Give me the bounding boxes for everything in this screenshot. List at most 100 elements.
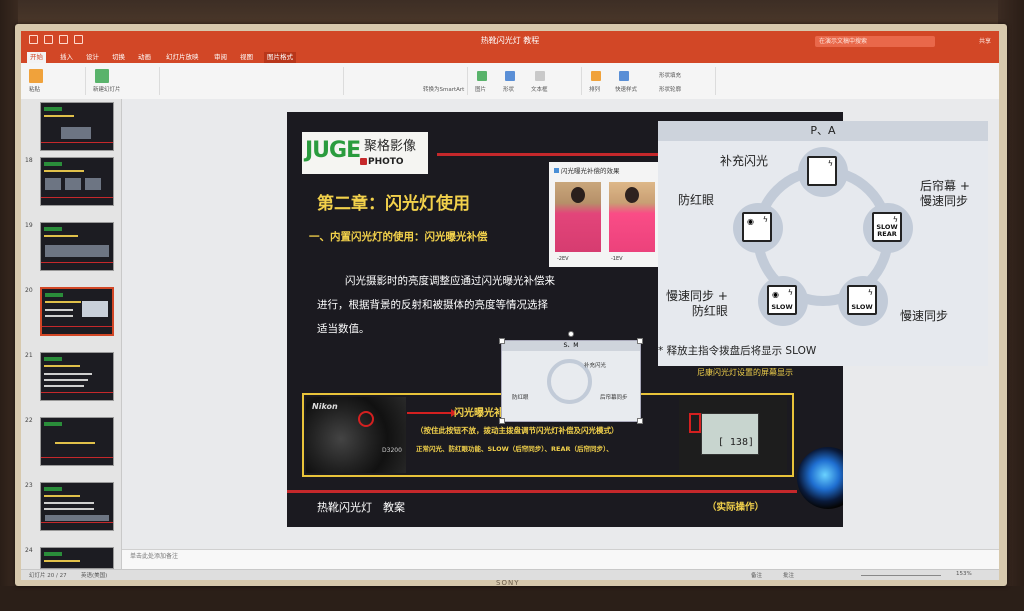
mode-fill-flash: ϟ — [798, 147, 848, 197]
panel-note: * 释放主指令拨盘后将显示 SLOW — [658, 345, 817, 357]
tab-slideshow[interactable]: 幻灯片放映 — [163, 52, 202, 63]
photo-minus-2ev — [555, 182, 601, 252]
flash-icon: ϟ — [867, 288, 873, 297]
notes-toggle[interactable]: 备注 — [751, 571, 762, 579]
photo-left-label: -2EV — [557, 256, 569, 262]
shape-icon[interactable] — [505, 71, 515, 81]
title-bar: 热靴闪光灯 教程 在演示文稿中搜索 共享 — [21, 31, 999, 51]
tab-view[interactable]: 视图 — [237, 52, 256, 63]
photo-caption: 闪光曝光补偿的效果 — [561, 167, 620, 175]
search-input[interactable]: 在演示文稿中搜索 — [815, 36, 935, 47]
mode-slow-redeye: ◉ ϟ SLOW — [758, 276, 808, 326]
thumbnail-18[interactable] — [40, 157, 114, 206]
textbox-icon[interactable] — [535, 71, 545, 81]
thumbnail-number: 19 — [25, 222, 33, 229]
language-indicator[interactable]: 英语(美国) — [81, 571, 107, 579]
paste-button[interactable]: 粘贴 — [29, 85, 40, 93]
notes-field[interactable]: 单击此处添加备注 — [122, 549, 999, 569]
share-button[interactable]: 共享 — [979, 36, 991, 45]
lcd-screen: [ 138] — [701, 413, 759, 455]
slide-footer-title: 热靴闪光灯 教案 — [317, 501, 405, 514]
thumbnail-number: 21 — [25, 352, 33, 359]
label-slow-redeye: 慢速同步 + 防红眼 — [666, 289, 728, 318]
slide-chapter-title: 第二章：闪光灯使用 — [317, 194, 470, 214]
flash-icon: ϟ — [827, 159, 833, 168]
mode-redeye: ◉ ϟ — [733, 203, 783, 253]
tab-design[interactable]: 设计 — [83, 52, 102, 63]
camera-front-image: Nikon D3200 — [306, 397, 406, 473]
mini-label-rear: 后帘幕同步 — [600, 395, 628, 401]
arrow-icon — [407, 409, 457, 417]
thumbnail-number: 24 — [25, 547, 33, 554]
arrange-button[interactable]: 排列 — [589, 85, 600, 93]
rotate-handle[interactable] — [568, 331, 574, 337]
thumbnail-17[interactable] — [40, 102, 114, 151]
camera-back-image: [ 138] — [679, 397, 787, 473]
room-wall-top — [0, 0, 1024, 24]
tab-home[interactable]: 开始 — [27, 52, 46, 63]
slide-footer-note: （实际操作） — [707, 502, 765, 513]
thumbnail-19[interactable] — [40, 222, 114, 271]
thumbnail-number: 20 — [25, 287, 33, 294]
bullet-icon — [554, 168, 559, 173]
tab-animations[interactable]: 动画 — [135, 52, 154, 63]
zoom-slider[interactable] — [861, 575, 941, 576]
thumbnail-24[interactable] — [40, 547, 114, 569]
resize-handle[interactable] — [637, 418, 643, 424]
comments-toggle[interactable]: 批注 — [783, 571, 794, 579]
textbox-button[interactable]: 文本框 — [531, 85, 548, 93]
label-fill-flash: 补充闪光 — [720, 154, 769, 168]
label-redeye: 防红眼 — [678, 193, 715, 207]
tab-picture-format[interactable]: 图片格式 — [264, 52, 296, 63]
slides-group: 新建幻灯片 — [89, 67, 160, 95]
thumbnail-number: 18 — [25, 157, 33, 164]
thumbnail-number: 22 — [25, 417, 33, 424]
slide-thumbnails-pane: 18 19 20 21 22 23 24 — [21, 99, 122, 569]
mini-label-fill: 补充闪光 — [584, 363, 607, 369]
mode-slow-sync: ϟ SLOW — [838, 276, 888, 326]
thumbnail-23[interactable] — [40, 482, 114, 531]
footer-divider — [287, 490, 797, 493]
drawing-group: 排列 快速样式 形状填充 形状轮廓 — [585, 67, 716, 95]
tab-review[interactable]: 审阅 — [211, 52, 230, 63]
clipboard-group: 粘贴 — [25, 67, 86, 95]
resize-handle[interactable] — [499, 418, 505, 424]
panel-header: P、A — [658, 121, 988, 141]
slide-counter: 幻灯片 20 / 27 — [29, 573, 67, 579]
arrange-icon[interactable] — [591, 71, 601, 81]
mode-rear-sync: ϟ SLOW REAR — [863, 203, 913, 253]
flash-button-highlight — [358, 411, 374, 427]
shape-outline-button[interactable]: 形状轮廓 — [659, 85, 681, 93]
label-slow-sync: 慢速同步 — [900, 309, 949, 323]
zoom-level[interactable]: 153% — [956, 571, 972, 577]
shape-fill-button[interactable]: 形状填充 — [659, 71, 681, 79]
resize-handle[interactable] — [499, 338, 505, 344]
thumbnail-20-selected[interactable] — [40, 287, 114, 336]
insert-group: 图片 形状 文本框 — [471, 67, 582, 95]
flash-mode-diagram-sm-selected[interactable]: S、M 补充闪光 防红眼 后帘幕同步 — [499, 331, 643, 424]
font-group — [163, 67, 344, 95]
new-slide-button[interactable]: 新建幻灯片 — [93, 85, 121, 93]
eye-icon: ◉ — [747, 217, 754, 226]
room-floor — [0, 586, 1024, 611]
flash-instruction-2: 正常闪光、防红眼功能、SLOW（后帘同步）、REAR（后帘同步）、 — [416, 445, 613, 453]
paste-icon[interactable] — [29, 69, 43, 83]
thumbnail-number: 23 — [25, 482, 33, 489]
thumbnail-22[interactable] — [40, 417, 114, 466]
eye-icon: ◉ — [772, 290, 779, 299]
picture-icon[interactable] — [477, 71, 487, 81]
convert-smartart-button[interactable]: 转换为SmartArt — [423, 85, 464, 93]
mini-header: S、M — [502, 341, 640, 351]
new-slide-icon[interactable] — [95, 69, 109, 83]
quick-style-button[interactable]: 快速样式 — [615, 85, 637, 93]
quick-style-icon[interactable] — [619, 71, 629, 81]
app-window: 热靴闪光灯 教程 在演示文稿中搜索 共享 开始 插入 设计 切换 动画 幻灯片放… — [21, 31, 999, 580]
shape-button[interactable]: 形状 — [503, 85, 514, 93]
flash-instruction-1: （按住此按钮不放，拨动主拨盘调节闪光灯补偿及闪光模式） — [416, 426, 619, 435]
resize-handle[interactable] — [637, 338, 643, 344]
thumbnail-21[interactable] — [40, 352, 114, 401]
tab-transitions[interactable]: 切换 — [109, 52, 128, 63]
tab-insert[interactable]: 插入 — [57, 52, 76, 63]
picture-button[interactable]: 图片 — [475, 85, 486, 93]
flash-mode-diagram-pa[interactable]: P、A ϟ ϟ SLOW REAR ϟ SLOW ◉ ϟ SLOW ◉ ϟ 补充闪光 后帘… — [658, 121, 988, 366]
